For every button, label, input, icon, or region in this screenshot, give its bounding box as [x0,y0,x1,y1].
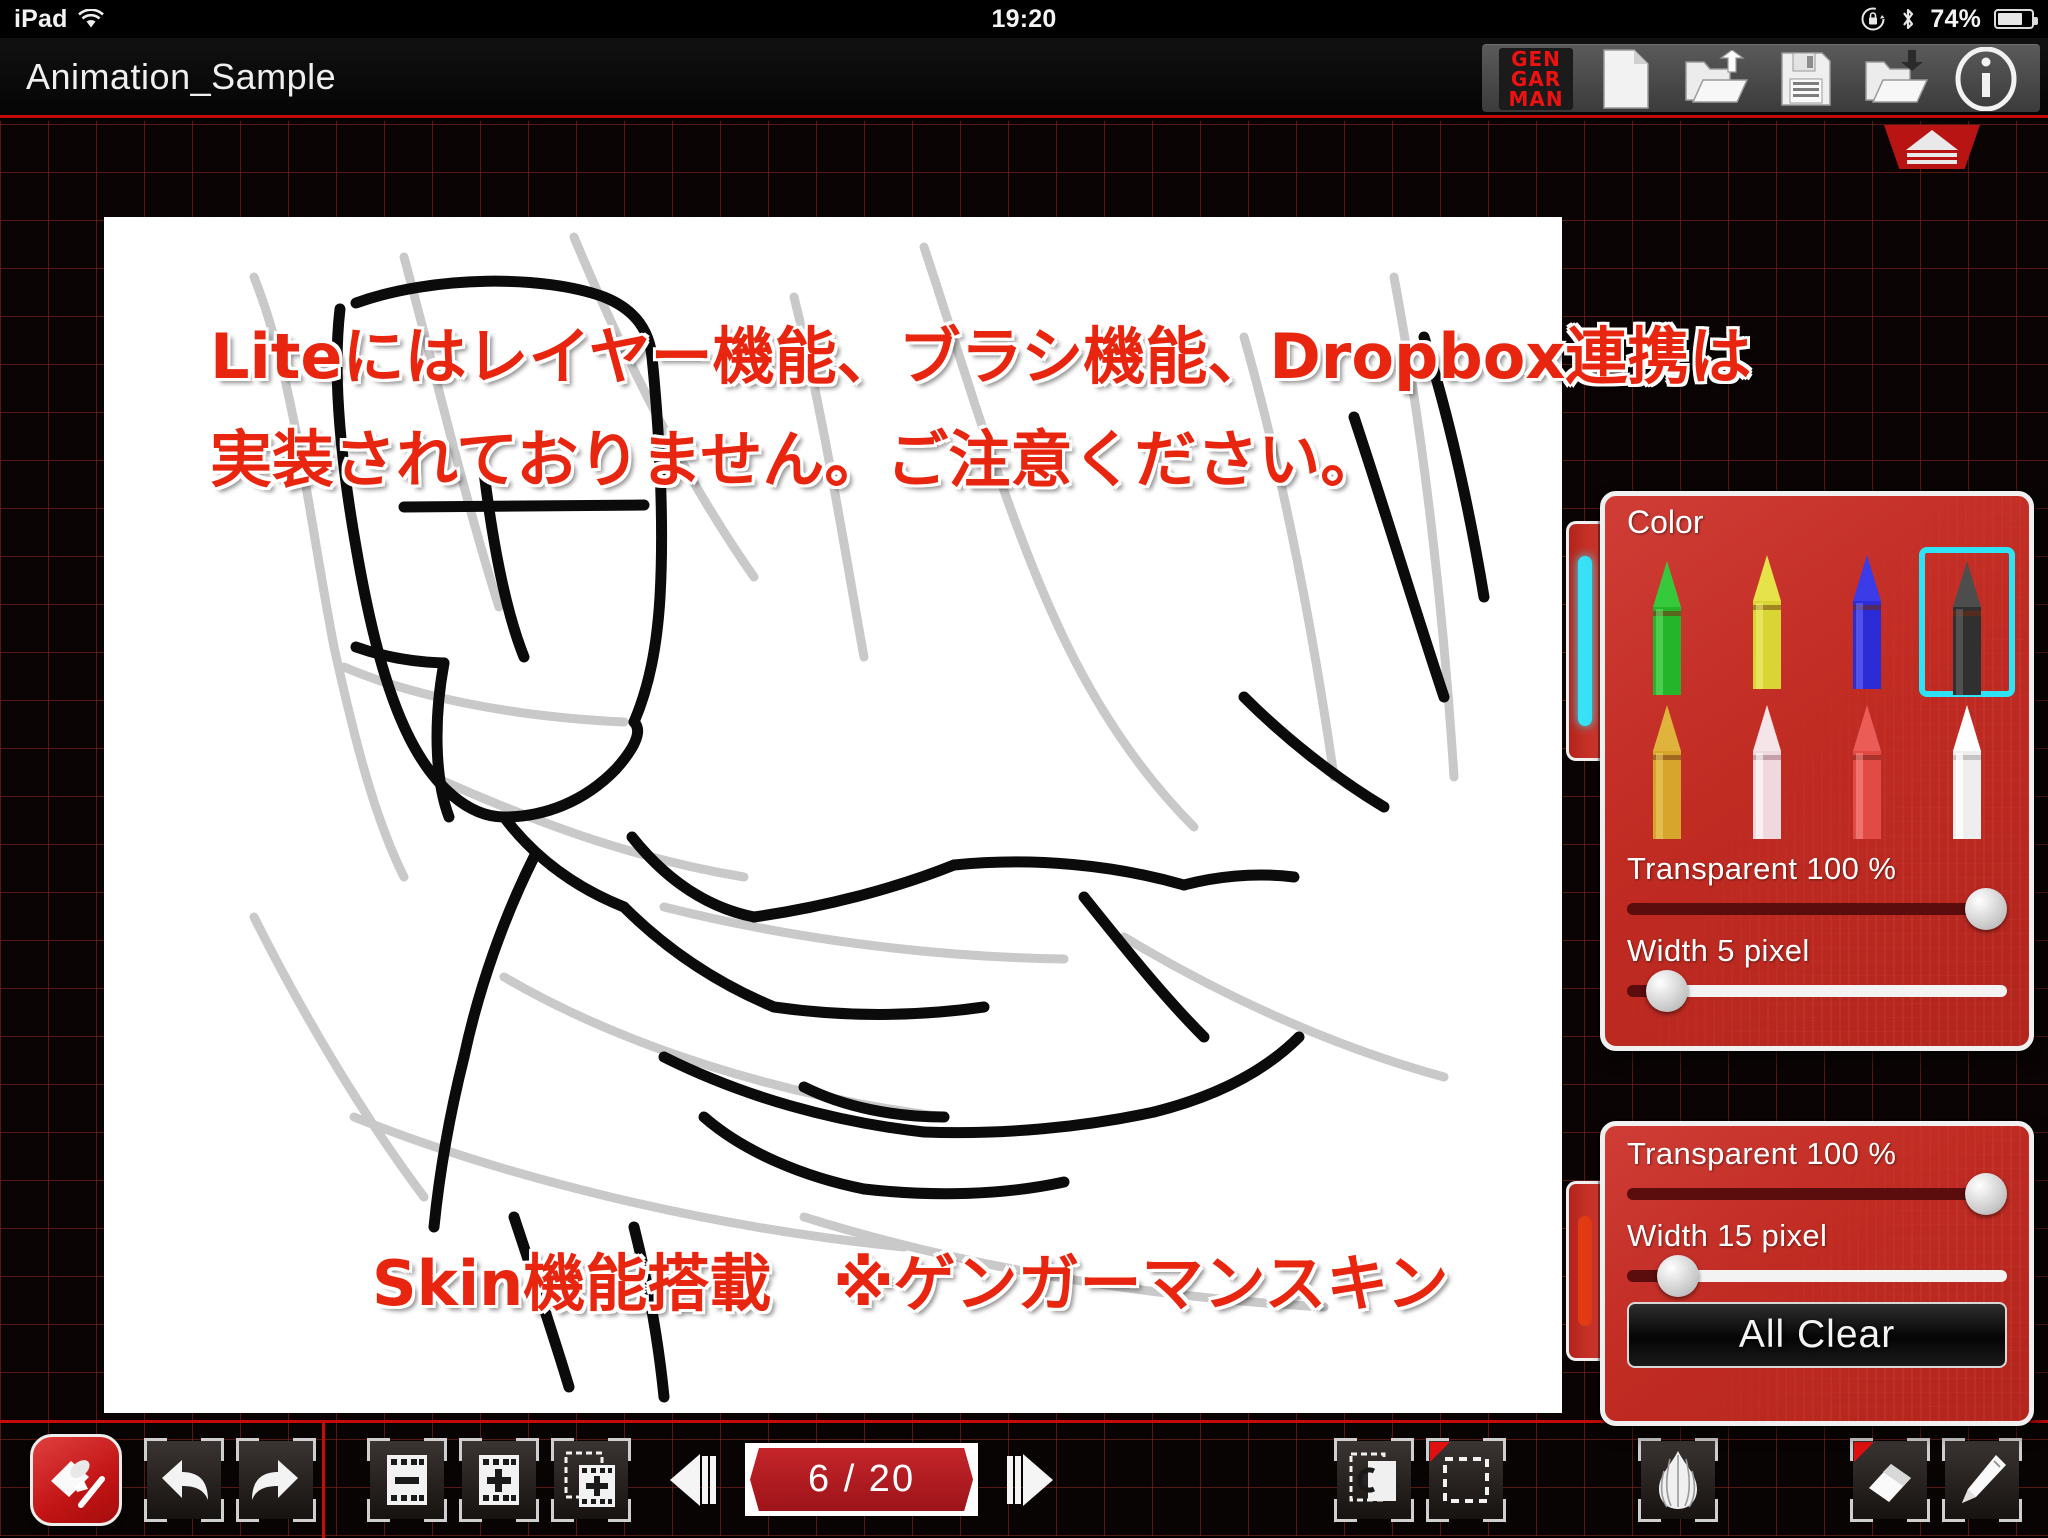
crayon-yellow [1753,555,1781,689]
app-root: iPad 19:20 74% Animation_Sample GEN GAR … [0,0,2048,1538]
logo-line-1: GEN [1511,46,1561,71]
gengarman-logo[interactable]: GEN GAR MAN [1496,46,1576,111]
crayon-swatch-green[interactable] [1619,547,1715,697]
select-region-button[interactable] [1426,1437,1506,1522]
battery-icon [1994,9,2038,29]
crayon-red [1853,705,1881,839]
app-title-bar: Animation_Sample GEN GAR MAN [0,38,2048,118]
crayon-palette[interactable] [1605,541,2029,847]
copy-paste-icon [1349,1452,1396,1501]
add-frame-button[interactable] [459,1437,539,1522]
redo-button[interactable] [236,1437,316,1522]
overlay-notice-line-1: Liteにはレイヤー機能、ブラシ機能、Dropbox連携は [210,320,1752,393]
onion-skin-button[interactable] [1638,1437,1718,1522]
prev-arrow-icon [670,1453,716,1506]
crayon-blue [1853,555,1881,689]
redo-arrow-icon [252,1459,298,1500]
overlay-skin-notice: Skin機能搭載 ※ゲンガーマンスキン [372,1247,1449,1320]
film-duplicate-icon [564,1451,615,1507]
color-width-label: Width 5 pixel [1627,933,1810,968]
folder-import-down-icon [1863,49,1929,108]
brush-transparent-label: Transparent 100 % [1627,1136,1897,1171]
brush-panel[interactable]: Transparent 100 % Width 15 pixel All Cle… [1600,1121,2034,1426]
color-transparent-slider[interactable] [1627,888,2007,930]
all-clear-button[interactable]: All Clear [1627,1302,2007,1368]
frame-counter[interactable]: 6 / 20 [745,1443,979,1516]
brush-transparent-slider-block: Transparent 100 % [1605,1126,2029,1215]
color-panel[interactable]: Color Transparent 100 % Width 5 pixel [1600,491,2034,1051]
brush-transparent-slider[interactable] [1627,1173,2007,1215]
undo-arrow-icon [162,1459,208,1500]
crayon-black [1953,561,1981,695]
selection-rect-icon [1443,1456,1489,1503]
logo-line-2: GAR [1510,66,1562,91]
folder-open-up-icon [1683,49,1749,108]
logo-line-3: MAN [1508,86,1564,111]
ios-status-bar: iPad 19:20 74% [0,0,2048,38]
copy-paste-button[interactable] [1334,1437,1414,1522]
bluetooth-icon [1899,6,1917,32]
page-title: Animation_Sample [26,55,337,97]
status-bar-clock: 19:20 [991,4,1057,33]
info-icon [1955,46,2017,111]
toolbar-divider-1 [322,1421,325,1538]
crayon-green [1653,561,1681,695]
crayon-swatch-red[interactable] [1819,697,1915,847]
crayon-white [1953,705,1981,839]
rotation-lock-icon [1860,6,1886,32]
top-toolbar: GEN GAR MAN [1482,44,2040,112]
new-document-button[interactable] [1586,48,1666,110]
delete-frame-button[interactable] [367,1437,447,1522]
pen-tool-button[interactable] [1942,1437,2022,1522]
brush-width-slider-block: Width 15 pixel [1605,1214,2029,1297]
status-bar-right: 74% [1860,0,2038,38]
info-button[interactable] [1946,46,2026,111]
film-plus-icon [479,1454,519,1505]
film-minus-icon [387,1454,427,1505]
import-file-button[interactable] [1856,49,1936,109]
crayon-swatch-pink[interactable] [1719,697,1815,847]
onion-icon [1659,1450,1697,1509]
document-icon [1600,48,1652,110]
save-file-button[interactable] [1766,49,1846,109]
next-frame-button[interactable] [1000,1445,1060,1515]
crayon-swatch-gold[interactable] [1619,697,1715,847]
crayon-swatch-yellow[interactable] [1719,547,1815,697]
eraser-active-badge [1854,1441,1874,1462]
battery-percent-label: 74% [1930,4,1981,33]
crayon-swatch-white[interactable] [1919,697,2015,847]
crayon-gold [1653,705,1681,839]
canvas-workspace[interactable]: Liteにはレイヤー機能、ブラシ機能、Dropbox連携は 実装されておりません… [0,121,2048,1426]
brush-width-slider[interactable] [1627,1255,2007,1297]
duplicate-frame-button[interactable] [551,1437,631,1522]
paint-bucket-tool[interactable] [30,1433,122,1526]
frame-navigation: 6 / 20 [663,1443,1060,1516]
crayon-swatch-black[interactable] [1919,547,2015,697]
color-width-slider[interactable] [1627,970,2007,1012]
open-file-button[interactable] [1676,49,1756,109]
color-transparent-slider-block: Transparent 100 % [1605,847,2029,930]
brush-width-label: Width 15 pixel [1627,1218,1828,1253]
crayon-pink [1753,705,1781,839]
brush-panel-handle[interactable] [1566,1181,1600,1361]
paint-bucket-icon [51,1459,105,1508]
select-active-badge [1430,1441,1450,1462]
floppy-disk-icon [1779,50,1833,108]
crayon-swatch-blue[interactable] [1819,547,1915,697]
color-transparent-label: Transparent 100 % [1627,851,1897,886]
color-panel-handle[interactable] [1566,521,1600,761]
previous-frame-button[interactable] [663,1445,723,1515]
color-panel-title: Color [1627,504,1704,540]
pen-icon [1962,1454,2006,1503]
bottom-toolbar: 6 / 20 [0,1420,2048,1538]
frame-counter-value: 6 / 20 [750,1448,974,1511]
next-arrow-icon [1007,1453,1054,1506]
eraser-tool-button[interactable] [1850,1437,1930,1522]
undo-button[interactable] [144,1437,224,1522]
collapse-top-panels-button[interactable] [1884,125,1980,169]
overlay-notice-line-2: 実装されておりません。ご注意ください。 [210,423,1383,496]
color-width-slider-block: Width 5 pixel [1605,929,2029,1012]
